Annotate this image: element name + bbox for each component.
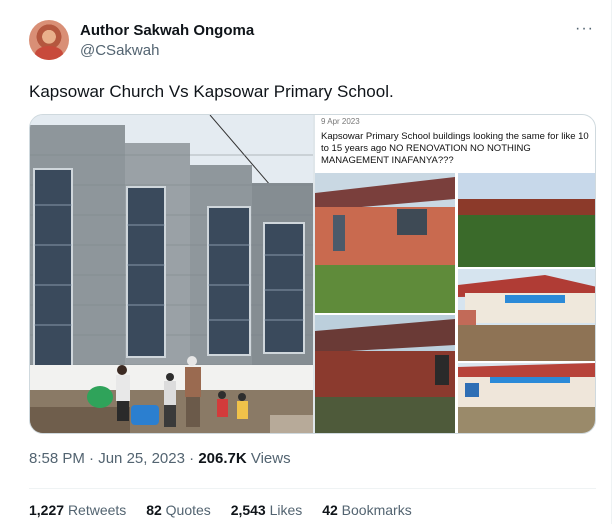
bookmarks-stat[interactable]: 42 Bookmarks [322,502,412,518]
quotes-stat[interactable]: 82 Quotes [146,502,211,518]
views-label: Views [250,450,291,467]
more-options-icon[interactable]: ··· [575,20,594,38]
church-illustration [30,115,313,433]
tweet: Author Sakwah Ongoma @CSakwah ··· Kapsow… [0,0,612,524]
bookmarks-count: 42 [322,502,338,518]
tweet-time[interactable]: 8:58 PM [29,450,85,467]
views-count: 206.7K [198,450,247,467]
tweet-meta: 8:58 PM · Jun 25, 2023 · 206.7K Views [29,450,291,467]
bookmarks-label: Bookmarks [341,502,412,518]
likes-label: Likes [269,502,303,518]
divider [29,488,596,489]
school-illustration [315,173,595,433]
retweets-stat[interactable]: 1,227 Retweets [29,502,126,518]
retweets-label: Retweets [67,502,127,518]
school-collage[interactable]: 9 Apr 2023 Kapsowar Primary School build… [315,115,595,433]
meta-separator: · [189,450,195,467]
quotes-label: Quotes [165,502,211,518]
likes-count: 2,543 [230,502,266,518]
likes-stat[interactable]: 2,543 Likes [231,502,303,518]
author-handle[interactable]: @CSakwah [80,42,159,59]
tweet-text: Kapsowar Church Vs Kapsowar Primary Scho… [29,82,394,101]
church-photo[interactable] [30,115,313,433]
quotes-count: 82 [146,502,162,518]
tweet-media[interactable]: 9 Apr 2023 Kapsowar Primary School build… [29,114,596,434]
meta-separator: · [89,450,95,467]
tweet-date[interactable]: Jun 25, 2023 [98,450,185,467]
author-name[interactable]: Author Sakwah Ongoma [80,22,254,39]
retweets-count: 1,227 [29,502,65,518]
engagement-stats: 1,227 Retweets 82 Quotes 2,543 Likes 42 … [29,502,428,518]
avatar[interactable] [29,20,69,60]
